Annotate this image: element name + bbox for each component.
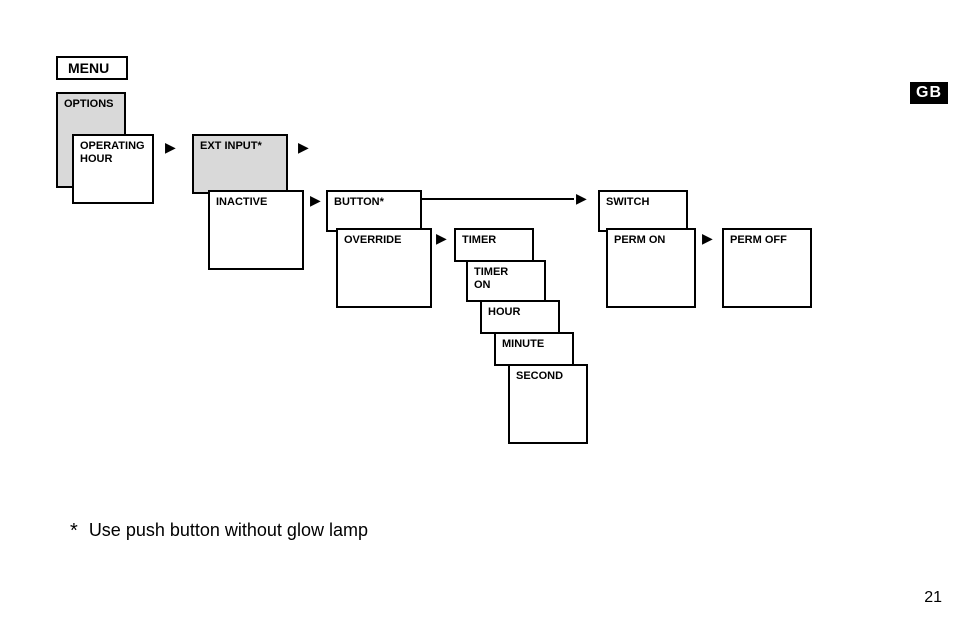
page-number: 21	[924, 589, 942, 607]
diagram-page: GB MENU OPTIONS OPERATING HOUR ▶ EXT INP…	[0, 0, 954, 643]
footnote: * Use push button without glow lamp	[70, 520, 368, 543]
inactive-label: INACTIVE	[216, 196, 267, 208]
menu-box: MENU	[56, 56, 128, 80]
minute-box: MINUTE	[494, 332, 574, 366]
perm-off-box: PERM OFF	[722, 228, 812, 308]
connector-line	[422, 198, 574, 200]
arrow-icon: ▶	[310, 193, 321, 207]
button-box: BUTTON*	[326, 190, 422, 232]
hour-label: HOUR	[488, 306, 520, 318]
timer-on-box: TIMER ON	[466, 260, 546, 302]
switch-box: SWITCH	[598, 190, 688, 232]
hour-box: HOUR	[480, 300, 560, 334]
second-label: SECOND	[516, 370, 563, 382]
operating-hour-box: OPERATING HOUR	[72, 134, 154, 204]
arrow-icon: ▶	[165, 140, 176, 154]
minute-label: MINUTE	[502, 338, 544, 350]
second-box: SECOND	[508, 364, 588, 444]
arrow-icon: ▶	[576, 191, 587, 205]
switch-label: SWITCH	[606, 196, 649, 208]
perm-on-box: PERM ON	[606, 228, 696, 308]
ext-input-label: EXT INPUT*	[200, 140, 262, 152]
options-label: OPTIONS	[64, 98, 114, 110]
footnote-star: *	[70, 520, 78, 542]
override-box: OVERRIDE	[336, 228, 432, 308]
menu-label: MENU	[68, 60, 109, 76]
ext-input-box: EXT INPUT*	[192, 134, 288, 194]
button-label: BUTTON*	[334, 196, 384, 208]
inactive-box: INACTIVE	[208, 190, 304, 270]
operating-hour-l2: HOUR	[80, 153, 112, 165]
timer-label: TIMER	[462, 234, 496, 246]
timer-on-l2: ON	[474, 279, 491, 291]
override-label: OVERRIDE	[344, 234, 401, 246]
perm-off-label: PERM OFF	[730, 234, 787, 246]
perm-on-label: PERM ON	[614, 234, 665, 246]
arrow-icon: ▶	[436, 231, 447, 245]
timer-on-l1: TIMER	[474, 266, 508, 278]
operating-hour-l1: OPERATING	[80, 140, 145, 152]
arrow-icon: ▶	[298, 140, 309, 154]
arrow-icon: ▶	[702, 231, 713, 245]
footnote-text: Use push button without glow lamp	[89, 520, 368, 540]
timer-box: TIMER	[454, 228, 534, 262]
language-badge: GB	[910, 82, 948, 104]
